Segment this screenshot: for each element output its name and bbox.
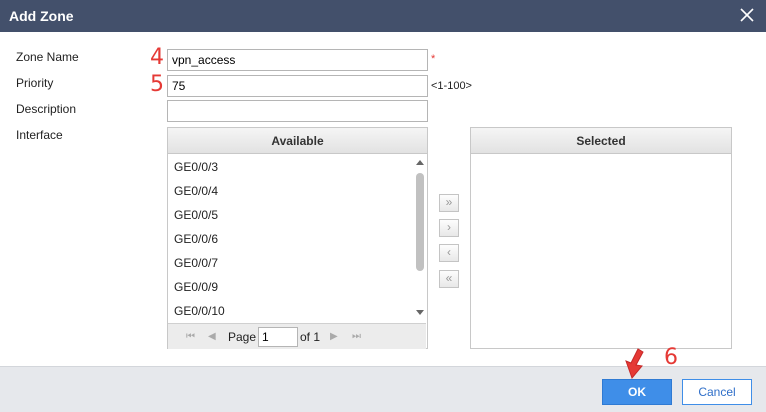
last-page-icon[interactable]: ⏭ [352,331,361,342]
list-item[interactable]: GE0/0/7 [168,251,411,275]
list-item[interactable]: GE0/0/4 [168,179,411,203]
scroll-thumb[interactable] [416,173,424,271]
priority-label: Priority [16,76,54,90]
ok-button[interactable]: OK [602,379,672,405]
pagination-bar: ⏮ ◀ Page of 1 ▶ ⏭ [168,323,426,349]
zone-name-input[interactable] [167,49,428,71]
description-label: Description [16,102,77,116]
list-item[interactable]: GE0/0/6 [168,227,411,251]
available-header: Available [168,128,427,154]
available-list: GE0/0/3 GE0/0/4 GE0/0/5 GE0/0/6 GE0/0/7 … [168,155,411,321]
selected-header: Selected [471,128,731,154]
add-button[interactable]: › [439,219,459,237]
close-button[interactable] [736,4,758,26]
add-all-button[interactable]: » [439,194,459,212]
priority-range-hint: <1-100> [431,80,472,92]
close-icon [740,8,754,22]
required-marker: * [431,53,436,65]
dialog-title: Add Zone [9,8,74,24]
interface-label: Interface [16,128,63,142]
first-page-icon[interactable]: ⏮ [186,331,195,342]
selected-panel: Selected [470,127,732,349]
step-5-marker: 5 [150,72,164,97]
zone-name-label: Zone Name [16,50,79,64]
remove-button[interactable]: ‹ [439,244,459,262]
page-number-input[interactable] [258,327,298,347]
available-panel: Available GE0/0/3 GE0/0/4 GE0/0/5 GE0/0/… [167,127,428,349]
step-4-marker: 4 [150,45,164,70]
available-scrollbar[interactable] [414,155,426,321]
prev-page-icon[interactable]: ◀ [208,331,216,342]
description-input[interactable] [167,100,428,122]
cancel-button[interactable]: Cancel [682,379,752,405]
page-label: Page [228,330,257,344]
selected-list[interactable] [471,155,731,348]
scroll-up-arrow-icon[interactable] [416,160,424,165]
next-page-icon[interactable]: ▶ [330,331,338,342]
page-count-label: of 1 [300,330,321,344]
cursor-arrow-icon [625,348,644,379]
dialog-titlebar: Add Zone [0,0,766,32]
step-6-marker: 6 [664,345,678,370]
list-item[interactable]: GE0/0/3 [168,155,411,179]
list-item[interactable]: GE0/0/5 [168,203,411,227]
scroll-down-arrow-icon[interactable] [416,310,424,315]
list-item[interactable]: GE0/0/10 [168,299,411,321]
list-item[interactable]: GE0/0/9 [168,275,411,299]
remove-all-button[interactable]: « [439,270,459,288]
priority-input[interactable] [167,75,428,97]
